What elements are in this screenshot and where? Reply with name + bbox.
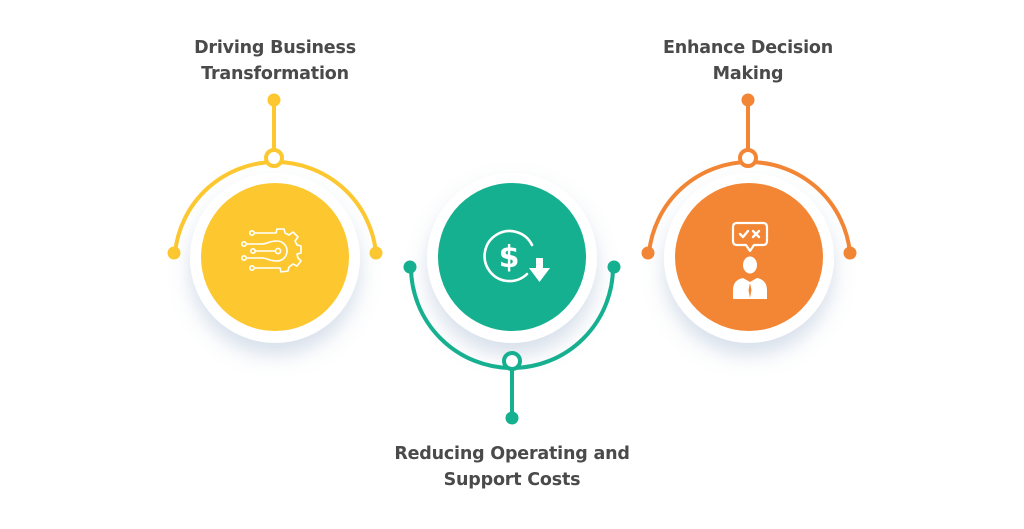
label-line: Driving Business: [194, 38, 356, 58]
connector-dot-right: [607, 260, 621, 274]
label-driving-business-transformation: Driving Business Transformation: [150, 35, 400, 87]
connector-dot-left: [403, 260, 417, 274]
connector-dot-left: [641, 246, 655, 260]
connector-dot-right: [369, 246, 383, 260]
label-reducing-operating-and-support-costs: Reducing Operating and Support Costs: [362, 441, 662, 493]
label-line: Support Costs: [443, 470, 581, 490]
label-enhance-decision-making: Enhance Decision Making: [623, 35, 873, 87]
connector-dot-bottom: [505, 411, 519, 425]
connector-dot-left: [167, 246, 181, 260]
item-enhance-decision-making: [641, 93, 857, 343]
item-reducing-operating-and-support-costs: $: [403, 173, 621, 425]
item-driving-business-transformation: [167, 93, 383, 343]
connector-node: [738, 148, 758, 168]
svg-text:$: $: [499, 240, 520, 275]
connector-dot-right: [843, 246, 857, 260]
label-line: Making: [712, 64, 784, 84]
connector-node: [264, 148, 284, 168]
connector-dot-top: [741, 93, 755, 107]
circle-fill-yellow: [201, 183, 349, 331]
connector-dot-top: [267, 93, 281, 107]
label-line: Enhance Decision: [663, 38, 833, 58]
label-line: Reducing Operating and: [394, 444, 630, 464]
label-line: Transformation: [201, 64, 349, 84]
connector-node: [502, 351, 522, 371]
